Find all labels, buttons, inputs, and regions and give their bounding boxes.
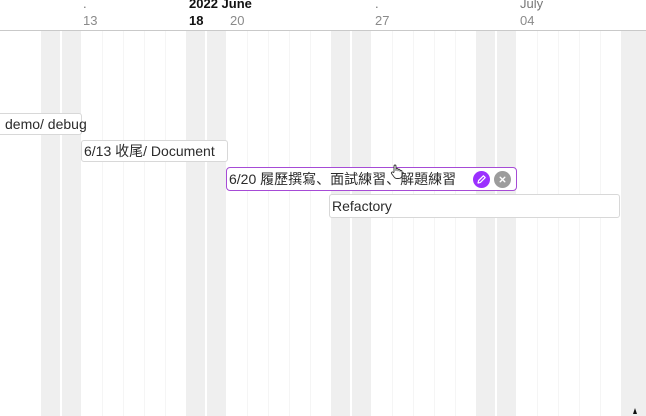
day-label: 27 [375,13,390,28]
task-label: Refactory [332,198,392,214]
day-grid-line [268,31,269,416]
weekend-column [476,31,495,416]
day-grid-line [600,31,601,416]
month-label-july: July [520,0,544,11]
day-label-today: 18 [189,13,204,28]
day-grid-line [455,31,456,416]
weekend-column [621,31,646,416]
day-grid-line [289,31,290,416]
task-bar-resume[interactable]: 6/20 履歷撰寫、面試練習、解題練習 [226,167,517,191]
day-grid-line [558,31,559,416]
day-grid-line [310,31,311,416]
weekend-column [352,31,371,416]
day-grid-line [102,31,103,416]
weekend-column [207,31,226,416]
day-grid-line [434,31,435,416]
weekend-column [497,31,516,416]
day-grid-line [123,31,124,416]
weekend-column [331,31,350,416]
task-bar-refactory[interactable]: Refactory [329,194,620,218]
day-label: 13 [83,13,98,28]
year-month-label: 2022 June [189,0,252,11]
weekend-column [62,31,81,416]
task-label: 6/20 履歷撰寫、面試練習、解題練習 [229,171,457,187]
resize-handle-icon[interactable] [633,408,637,414]
day-grid-line [392,31,393,416]
day-grid-line [247,31,248,416]
timeline-header: . 2022 June . July 13 18 20 27 04 [0,0,646,31]
pencil-icon [477,175,486,184]
month-marker-dot: . [375,0,379,11]
day-grid-line [144,31,145,416]
close-icon [499,176,506,183]
weekend-column [186,31,205,416]
day-grid-line [165,31,166,416]
edit-button[interactable] [473,171,490,188]
day-grid-line [413,31,414,416]
gantt-chart: . 2022 June . July 13 18 20 27 04 demo/ … [0,0,646,416]
task-bar-demo-debug[interactable]: demo/ debug [0,113,87,135]
weekend-column [41,31,60,416]
day-grid-line [537,31,538,416]
remove-button[interactable] [494,171,511,188]
task-bar-document[interactable]: 6/13 收尾/ Document [81,140,228,162]
day-label: 04 [520,13,535,28]
hand-pointer-icon [390,164,403,179]
month-marker-dot: . [83,0,87,11]
day-grid-line [579,31,580,416]
day-label: 20 [230,13,245,28]
task-label: 6/13 收尾/ Document [84,143,215,159]
task-label: demo/ debug [5,116,87,132]
